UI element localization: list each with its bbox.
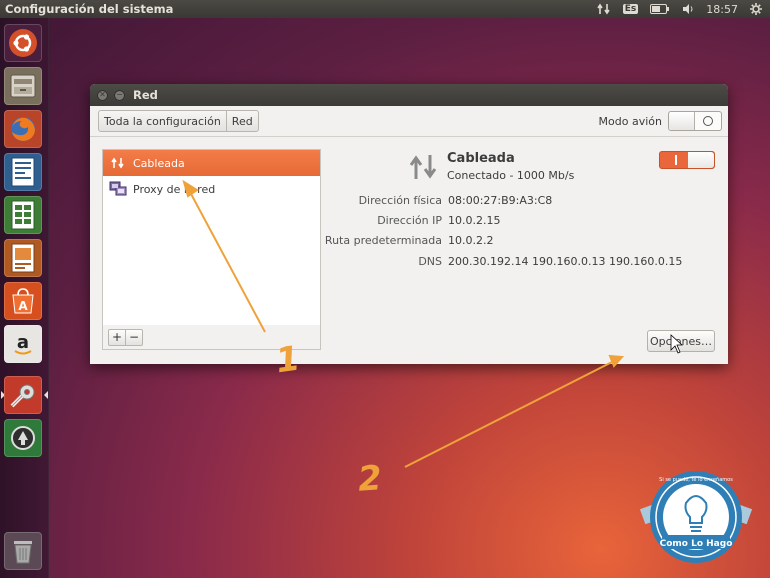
top-panel: Configuración del sistema Es 18:57 <box>0 0 770 18</box>
breadcrumb-network[interactable]: Red <box>225 111 258 131</box>
connection-item-wired[interactable]: Cableada <box>103 150 320 176</box>
minimize-icon[interactable]: − <box>114 89 125 101</box>
calc-launcher-icon[interactable] <box>4 196 42 234</box>
watermark-ring-text: Si se puede, te lo enseñamos <box>659 477 733 483</box>
close-icon[interactable]: ✕ <box>97 89 108 101</box>
device-name: Cableada <box>447 151 515 166</box>
options-button[interactable]: Opciones… <box>647 330 715 352</box>
writer-launcher-icon[interactable] <box>4 153 42 191</box>
airplane-mode-switch[interactable] <box>668 111 722 131</box>
property-value: 10.0.2.15 <box>448 214 501 227</box>
connection-item-label: Cableada <box>133 156 185 170</box>
watermark-logo: Como Lo Hago Si se puede, te lo enseñamo… <box>639 461 753 573</box>
property-ip-address: Dirección IP 10.0.2.15 <box>300 214 720 230</box>
ubuntu-logo-icon <box>9 29 37 57</box>
battery-icon[interactable] <box>650 4 670 14</box>
gear-icon[interactable] <box>750 3 762 15</box>
property-hardware-address: Dirección física 08:00:27:B9:A3:C8 <box>300 194 720 210</box>
proxy-icon <box>109 181 127 197</box>
launcher: A a <box>0 18 49 578</box>
network-window: ✕ − Red Toda la configuración Red Modo a… <box>90 84 728 364</box>
system-settings-launcher-icon[interactable] <box>4 376 42 414</box>
firefox-launcher-icon[interactable] <box>4 110 42 148</box>
property-label: Ruta predeterminada <box>324 234 442 247</box>
window-toolbar: Toda la configuración Red Modo avión <box>90 106 728 137</box>
property-label: DNS <box>418 255 442 268</box>
connection-item-proxy[interactable]: Proxy de la red <box>103 176 320 202</box>
active-app-title: Configuración del sistema <box>5 2 174 16</box>
network-arrows-icon <box>109 157 127 169</box>
watermark-text: Como Lo Hago <box>660 539 733 549</box>
window-titlebar[interactable]: ✕ − Red <box>90 84 728 106</box>
files-launcher-icon[interactable] <box>4 67 42 105</box>
focused-app-indicator <box>44 391 48 399</box>
window-title: Red <box>133 88 158 102</box>
property-value: 10.0.2.2 <box>448 234 494 247</box>
property-value: 08:00:27:B9:A3:C8 <box>448 194 553 207</box>
dash-button[interactable] <box>4 24 42 62</box>
network-indicator-icon[interactable] <box>597 3 611 15</box>
annotation-number-2: 2 <box>357 458 383 500</box>
property-label: Dirección IP <box>377 214 442 227</box>
breadcrumb: Toda la configuración Red <box>98 110 259 132</box>
svg-text:a: a <box>17 332 29 353</box>
connection-list: Cableada Proxy de la red <box>102 149 321 326</box>
impress-launcher-icon[interactable] <box>4 239 42 277</box>
wired-connection-switch[interactable] <box>659 151 715 169</box>
amazon-launcher-icon[interactable]: a <box>4 325 42 363</box>
svg-text:A: A <box>18 299 28 313</box>
software-center-launcher-icon[interactable]: A <box>4 282 42 320</box>
trash-launcher-icon[interactable] <box>4 532 42 570</box>
connection-list-toolbar: + − <box>102 325 321 350</box>
update-manager-launcher-icon[interactable] <box>4 419 42 457</box>
annotation-arrow-2 <box>404 354 625 468</box>
airplane-mode-control: Modo avión <box>599 111 722 131</box>
property-dns: DNS 200.30.192.14 190.160.0.13 190.160.0… <box>300 255 720 271</box>
remove-connection-button[interactable]: − <box>126 328 143 346</box>
wired-network-large-icon <box>408 152 438 185</box>
device-status: Conectado - 1000 Mb/s <box>447 169 575 182</box>
keyboard-layout-indicator[interactable]: Es <box>622 4 639 14</box>
volume-icon[interactable] <box>682 3 694 15</box>
property-default-route: Ruta predeterminada 10.0.2.2 <box>300 234 720 250</box>
breadcrumb-all-settings[interactable]: Toda la configuración <box>99 111 226 131</box>
add-connection-button[interactable]: + <box>108 328 126 346</box>
property-value: 200.30.192.14 190.160.0.13 190.160.0.15 <box>448 255 683 268</box>
property-label: Dirección física <box>358 194 442 207</box>
connection-item-label: Proxy de la red <box>133 182 216 196</box>
airplane-mode-label: Modo avión <box>598 114 662 128</box>
clock[interactable]: 18:57 <box>706 3 738 16</box>
indicator-area: Es 18:57 <box>597 3 762 16</box>
